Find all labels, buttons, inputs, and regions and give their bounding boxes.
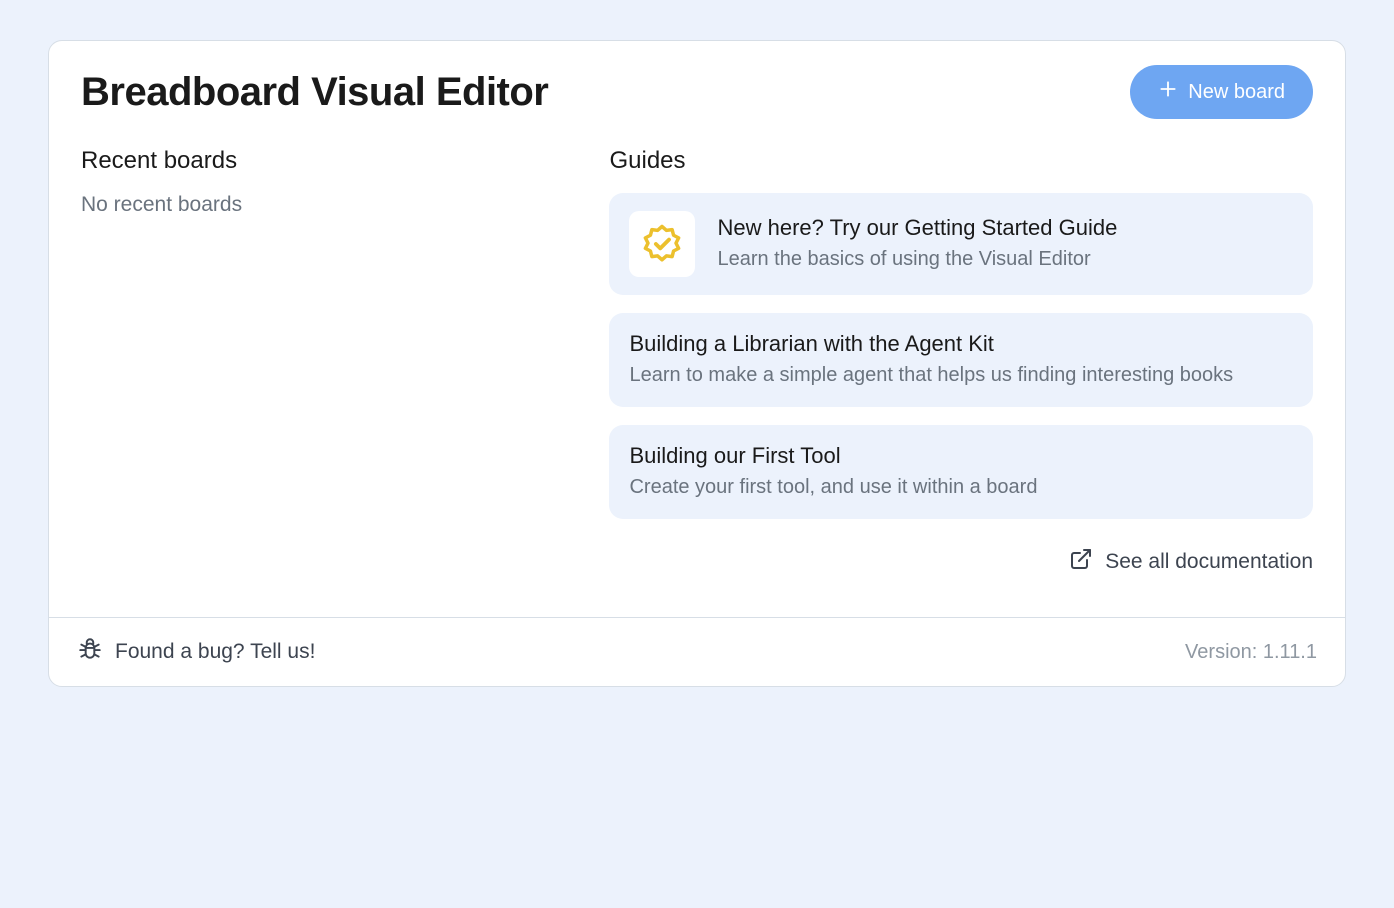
guide-text: New here? Try our Getting Started Guide … bbox=[717, 215, 1117, 273]
version-label: Version: 1.11.1 bbox=[1185, 641, 1317, 664]
plus-icon bbox=[1158, 79, 1178, 105]
recent-boards-column: Recent boards No recent boards bbox=[81, 147, 561, 577]
guide-item-librarian[interactable]: Building a Librarian with the Agent Kit … bbox=[609, 313, 1313, 407]
bug-icon bbox=[77, 636, 103, 668]
page-title: Breadboard Visual Editor bbox=[81, 70, 548, 115]
guide-title: Building our First Tool bbox=[629, 443, 1293, 469]
recent-boards-heading: Recent boards bbox=[81, 147, 561, 175]
guide-title: New here? Try our Getting Started Guide bbox=[717, 215, 1117, 241]
main-card: Breadboard Visual Editor New board Recen… bbox=[48, 40, 1346, 687]
verified-badge-icon bbox=[629, 211, 695, 277]
guide-item-first-tool[interactable]: Building our First Tool Create your firs… bbox=[609, 425, 1313, 519]
see-all-docs-label: See all documentation bbox=[1105, 550, 1313, 574]
columns: Recent boards No recent boards Guides Ne… bbox=[81, 147, 1313, 577]
guide-desc: Learn the basics of using the Visual Edi… bbox=[717, 245, 1117, 273]
new-board-button[interactable]: New board bbox=[1130, 65, 1313, 119]
see-all-documentation-link[interactable]: See all documentation bbox=[1069, 547, 1313, 577]
card-footer: Found a bug? Tell us! Version: 1.11.1 bbox=[49, 617, 1345, 686]
card-body: Breadboard Visual Editor New board Recen… bbox=[49, 41, 1345, 617]
guide-title: Building a Librarian with the Agent Kit bbox=[629, 331, 1293, 357]
bug-report-link[interactable]: Found a bug? Tell us! bbox=[77, 636, 315, 668]
guide-desc: Create your first tool, and use it withi… bbox=[629, 473, 1293, 501]
all-docs-row: See all documentation bbox=[609, 547, 1313, 577]
guide-desc: Learn to make a simple agent that helps … bbox=[629, 361, 1293, 389]
new-board-label: New board bbox=[1188, 81, 1285, 104]
header-row: Breadboard Visual Editor New board bbox=[81, 65, 1313, 119]
external-link-icon bbox=[1069, 547, 1093, 577]
guides-heading: Guides bbox=[609, 147, 1313, 175]
recent-boards-empty: No recent boards bbox=[81, 193, 561, 217]
guide-item-getting-started[interactable]: New here? Try our Getting Started Guide … bbox=[609, 193, 1313, 295]
bug-report-label: Found a bug? Tell us! bbox=[115, 640, 315, 664]
guides-column: Guides New here? Try our Getting Started… bbox=[609, 147, 1313, 577]
